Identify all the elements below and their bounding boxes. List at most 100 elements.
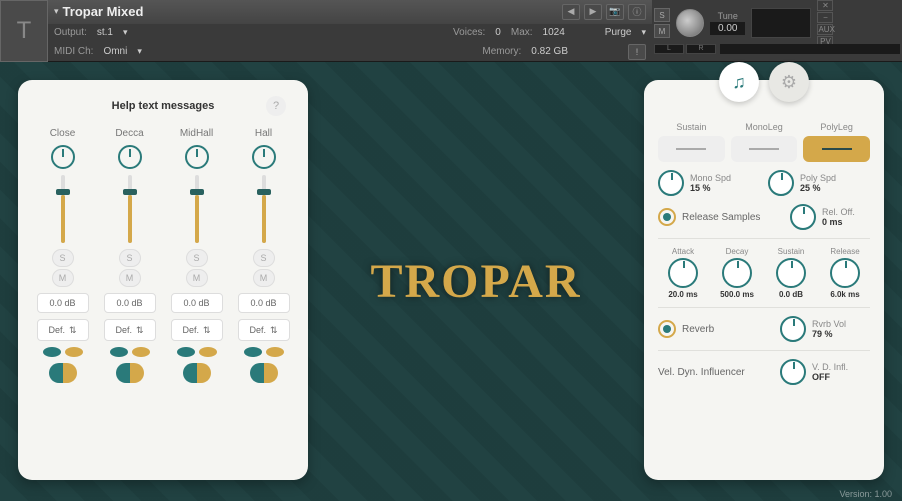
- voices-value: 0: [495, 27, 501, 38]
- aux-button[interactable]: AUX: [817, 24, 833, 35]
- vdi-knob[interactable]: [780, 359, 806, 385]
- minimize-icon[interactable]: −: [817, 12, 833, 23]
- mic-pan-knob[interactable]: [250, 363, 278, 383]
- adsr-knob[interactable]: [668, 258, 698, 288]
- artic-button[interactable]: [731, 136, 798, 162]
- exclaim-icon[interactable]: !: [628, 44, 646, 60]
- help-button[interactable]: ?: [266, 96, 286, 116]
- mic-pan-knob[interactable]: [183, 363, 211, 383]
- mic-db-readout[interactable]: 0.0 dB: [104, 293, 156, 313]
- mic-output-select[interactable]: Def. ⇅: [104, 319, 156, 341]
- rel-off-knob[interactable]: [790, 204, 816, 230]
- mic-fader[interactable]: [61, 175, 65, 243]
- purge-label[interactable]: Purge: [605, 27, 632, 38]
- title-dropdown-icon[interactable]: ▾: [54, 6, 59, 17]
- artic-label: MonoLeg: [745, 122, 783, 132]
- mic-output-select[interactable]: Def. ⇅: [37, 319, 89, 341]
- artic-glyph-icon: [676, 148, 706, 150]
- adsr-knob[interactable]: [830, 258, 860, 288]
- mic-width-control[interactable]: [41, 347, 85, 357]
- mixer-panel: Help text messages ? Close S M 0.0 dB De…: [18, 80, 308, 480]
- mic-solo-button[interactable]: S: [119, 249, 141, 267]
- mic-db-readout[interactable]: 0.0 dB: [171, 293, 223, 313]
- mic-mute-button[interactable]: M: [52, 269, 74, 287]
- artic-glyph-icon: [822, 148, 852, 150]
- mic-solo-button[interactable]: S: [253, 249, 275, 267]
- mic-output-select[interactable]: Def. ⇅: [238, 319, 290, 341]
- mic-db-readout[interactable]: 0.0 dB: [238, 293, 290, 313]
- mic-width-control[interactable]: [175, 347, 219, 357]
- mic-fader[interactable]: [262, 175, 266, 243]
- artic-label: Sustain: [676, 122, 706, 132]
- adsr-label: Attack: [672, 247, 694, 256]
- mic-pan-knob[interactable]: [49, 363, 77, 383]
- mic-width-control[interactable]: [242, 347, 286, 357]
- reverb-toggle[interactable]: [658, 320, 676, 338]
- rvrb-vol-knob[interactable]: [780, 316, 806, 342]
- mixer-channel: Decca S M 0.0 dB Def. ⇅: [99, 128, 160, 468]
- volume-slider[interactable]: [720, 44, 900, 54]
- artic-button[interactable]: [803, 136, 870, 162]
- release-samples-toggle[interactable]: [658, 208, 676, 226]
- info-icon[interactable]: ⓘ: [628, 4, 646, 20]
- artic-button[interactable]: [658, 136, 725, 162]
- reverb-label: Reverb: [682, 324, 772, 335]
- adsr-knob[interactable]: [776, 258, 806, 288]
- mic-fader[interactable]: [195, 175, 199, 243]
- mic-label: Close: [50, 128, 76, 139]
- mic-fader[interactable]: [128, 175, 132, 243]
- midi-value[interactable]: Omni: [103, 46, 127, 57]
- mixer-grid: Close S M 0.0 dB Def. ⇅ Decca S M 0.0 dB…: [32, 128, 294, 468]
- mono-spd-label: Mono Spd: [690, 173, 731, 183]
- level-meter: [751, 8, 811, 38]
- divider: [658, 350, 870, 351]
- updown-icon: ⇅: [203, 325, 211, 336]
- snapshot-icon[interactable]: 📷: [606, 4, 624, 20]
- help-text: Help text messages: [112, 100, 215, 112]
- tab-performance[interactable]: ♫: [719, 62, 759, 102]
- mic-label: Hall: [255, 128, 272, 139]
- articulation-row: Sustain MonoLeg PolyLeg: [658, 122, 870, 162]
- mic-mute-button[interactable]: M: [119, 269, 141, 287]
- solo-button[interactable]: S: [654, 8, 670, 22]
- adsr-label: Release: [830, 247, 859, 256]
- max-value[interactable]: 1024: [543, 27, 565, 38]
- midi-dropdown-icon[interactable]: ▾: [137, 46, 142, 57]
- adsr-row: Attack 20.0 ms Decay 500.0 ms Sustain 0.…: [658, 247, 870, 299]
- rel-off-label: Rel. Off.: [822, 207, 855, 217]
- mic-power-button[interactable]: [118, 145, 142, 169]
- tune-knob[interactable]: [676, 9, 704, 37]
- close-icon[interactable]: ✕: [817, 0, 833, 11]
- mic-solo-button[interactable]: S: [52, 249, 74, 267]
- mic-solo-button[interactable]: S: [186, 249, 208, 267]
- artic-label: PolyLeg: [820, 122, 853, 132]
- tropar-logo: TROPAR: [370, 254, 581, 309]
- output-dropdown-icon[interactable]: ▾: [123, 27, 128, 38]
- adsr-label: Sustain: [778, 247, 805, 256]
- mic-mute-button[interactable]: M: [253, 269, 275, 287]
- updown-icon: ⇅: [270, 325, 278, 336]
- adsr-knob[interactable]: [722, 258, 752, 288]
- mic-power-button[interactable]: [185, 145, 209, 169]
- pan-r-label: R: [686, 44, 716, 54]
- mic-mute-button[interactable]: M: [186, 269, 208, 287]
- divider: [658, 238, 870, 239]
- tab-settings[interactable]: ⚙: [769, 62, 809, 102]
- mic-label: Decca: [115, 128, 143, 139]
- output-value[interactable]: st.1: [97, 27, 113, 38]
- next-icon[interactable]: ▶: [584, 4, 602, 20]
- tune-value[interactable]: 0.00: [710, 22, 745, 35]
- prev-icon[interactable]: ◀: [562, 4, 580, 20]
- purge-dropdown-icon[interactable]: ▾: [641, 27, 646, 38]
- mic-db-readout[interactable]: 0.0 dB: [37, 293, 89, 313]
- mic-power-button[interactable]: [51, 145, 75, 169]
- mic-width-control[interactable]: [108, 347, 152, 357]
- mic-output-select[interactable]: Def. ⇅: [171, 319, 223, 341]
- poly-spd-knob[interactable]: [768, 170, 794, 196]
- mono-spd-knob[interactable]: [658, 170, 684, 196]
- mic-power-button[interactable]: [252, 145, 276, 169]
- tune-label: Tune: [718, 11, 738, 21]
- pan-l-label: L: [654, 44, 684, 54]
- mute-button[interactable]: M: [654, 24, 670, 38]
- mic-pan-knob[interactable]: [116, 363, 144, 383]
